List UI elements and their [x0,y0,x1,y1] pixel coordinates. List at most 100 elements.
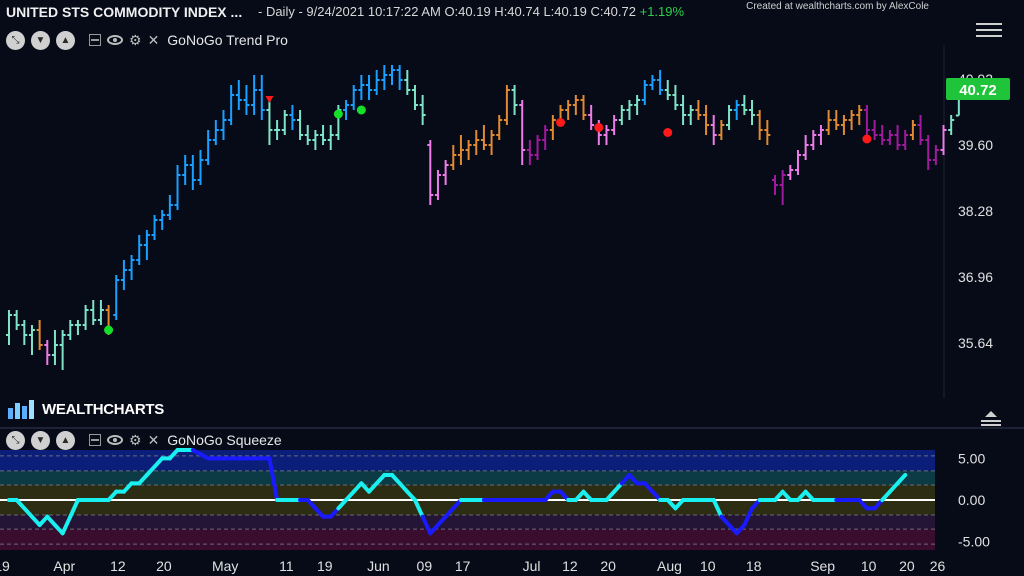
price-bar [534,135,541,160]
squeeze-segment [428,523,440,536]
price-bar [618,105,625,125]
eye-icon[interactable] [107,435,123,445]
squeeze-segment [152,456,165,469]
price-bar [327,125,334,150]
price-bar [603,125,610,145]
price-bar [67,320,74,340]
squeeze-segment [351,481,364,494]
squeeze-segment [612,481,624,494]
x-tick-label: Sep [810,558,835,574]
squeeze-segment [581,489,594,502]
logo-text: WEALTHCHARTS [42,400,164,418]
price-bar [343,100,350,120]
price-bar [695,100,702,120]
squeeze-segment [780,489,793,502]
x-axis: 19 Apr 12 20 May 11 19 Jun 09 17 Jul 12 20 Aug 10 18 Sep… [0,558,946,574]
squeeze-segment [336,498,349,511]
squeeze-segment [137,473,149,486]
squeeze-toolbar: ⤡ ▼ ▲ ⚙ ✕ GoNoGo Squeeze [6,430,282,450]
price-bar [833,110,840,130]
signal-dot [556,118,566,127]
move-down-icon[interactable]: ▼ [31,430,50,450]
squeeze-segment [198,452,211,461]
squeeze-band [0,485,935,500]
squeeze-segment [895,473,908,486]
squeeze-segment [405,489,417,502]
price-bar [703,105,710,135]
price-bar [588,105,595,130]
squeeze-segment [642,481,655,494]
squeeze-segment [45,514,57,527]
eye-icon[interactable] [107,35,123,45]
x-tick-label: May [212,558,238,574]
squeeze-segment [190,448,203,457]
price-bar [856,105,863,125]
panel-resize-icon[interactable] [980,410,1002,428]
logo-mark-icon [8,400,34,419]
price-bar [465,140,472,160]
squeeze-segment [880,489,892,502]
price-bar [44,340,51,365]
price-bar [718,120,725,140]
x-tick-label: 10 [861,558,877,574]
price-bar [427,140,434,205]
price-bar [404,70,411,95]
squeeze-segment [857,498,869,511]
close-icon[interactable]: ✕ [148,33,160,47]
price-bar [297,110,304,140]
price-bar [289,105,296,130]
price-bar [74,320,81,335]
price-bar [902,130,909,150]
price-bar [419,95,426,125]
gear-icon[interactable]: ⚙ [129,433,142,447]
price-bar [802,135,809,160]
move-up-icon[interactable]: ▲ [56,430,75,450]
x-tick-label: 20 [156,558,172,574]
price-bar [488,130,495,155]
close-icon[interactable]: ✕ [148,433,160,447]
price-bar [243,85,250,115]
price-bar [664,80,671,100]
price-bar [496,115,503,140]
price-bar [726,105,733,130]
hamburger-menu-icon[interactable] [974,22,1004,40]
price-bar [373,70,380,95]
squeeze-segment [719,514,732,527]
squeeze-band [0,450,935,471]
x-tick-label: 19 [317,558,333,574]
price-bar [220,110,227,140]
gear-icon[interactable]: ⚙ [129,33,142,47]
price-bar [6,310,12,345]
symbol-title[interactable]: UNITED STS COMMODITY INDEX ... [6,4,242,20]
price-bar [136,235,143,265]
price-toolbar: ⤡ ▼ ▲ ⚙ ✕ GoNoGo Trend Pro [6,30,288,50]
price-and-squeeze-chart[interactable]: 35.64 36.96 38.28 39.60 40.9240.72 5.00 0.00 -… [0,0,1024,576]
expand-icon[interactable]: ⤡ [6,30,25,50]
signal-dot [663,128,673,137]
price-bar [572,95,579,115]
move-down-icon[interactable]: ▼ [31,30,50,50]
price-bar [772,175,778,195]
price-bar [21,320,28,345]
price-bar [519,100,526,165]
indicator-label-trend: GoNoGo Trend Pro [167,32,288,48]
price-bar [304,125,311,145]
price-bar [794,150,801,175]
price-bar [228,85,235,125]
price-bar [626,100,633,120]
minimize-icon[interactable] [89,434,101,446]
squeeze-segment [144,464,157,477]
price-bar [871,120,878,140]
squeeze-segment [887,481,900,494]
expand-icon[interactable]: ⤡ [6,430,25,450]
price-bar [450,145,457,170]
price-tick-label: 35.64 [958,335,993,351]
x-tick-label: Jun [367,558,390,574]
squeeze-band [0,529,935,550]
move-up-icon[interactable]: ▲ [56,30,75,50]
squeeze-segment [412,498,425,519]
last-price-badge [946,78,1010,100]
minimize-icon[interactable] [89,34,101,46]
price-bar [595,120,602,145]
price-bar [113,275,120,320]
